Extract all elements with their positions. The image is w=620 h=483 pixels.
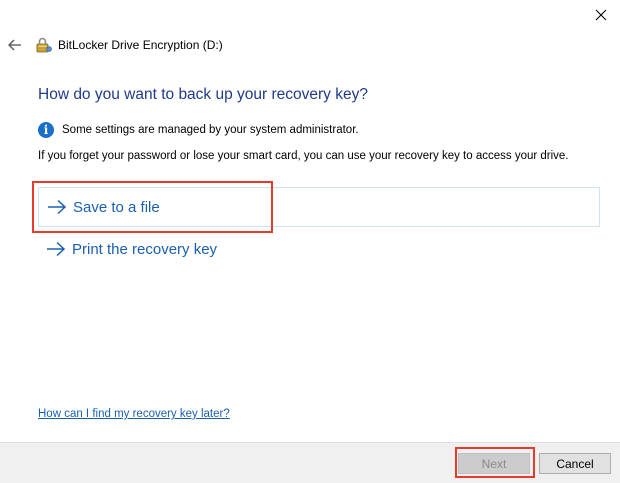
- footer-bar: Next Cancel: [0, 442, 620, 483]
- close-button[interactable]: [586, 4, 616, 26]
- print-recovery-key-label: Print the recovery key: [72, 240, 218, 258]
- back-arrow-icon: [8, 39, 21, 51]
- find-recovery-key-link[interactable]: How can I find my recovery key later?: [38, 408, 230, 420]
- print-recovery-key-option[interactable]: Print the recovery key: [38, 229, 600, 269]
- arrow-right-icon: [47, 241, 66, 257]
- admin-notice-text: Some settings are managed by your system…: [62, 124, 359, 136]
- close-icon: [595, 9, 607, 21]
- admin-notice: i Some settings are managed by your syst…: [38, 122, 359, 138]
- title-bar: BitLocker Drive Encryption (D:): [36, 36, 223, 54]
- cancel-button[interactable]: Cancel: [539, 453, 611, 474]
- save-to-file-option[interactable]: Save to a file: [38, 187, 600, 227]
- window-title: BitLocker Drive Encryption (D:): [58, 38, 223, 52]
- back-button[interactable]: [6, 36, 24, 54]
- page-heading: How do you want to back up your recovery…: [38, 86, 368, 103]
- next-button[interactable]: Next: [458, 453, 530, 474]
- bitlocker-icon: [36, 37, 52, 52]
- arrow-right-icon: [48, 199, 67, 215]
- description-text: If you forget your password or lose your…: [38, 150, 569, 162]
- save-to-file-label: Save to a file: [73, 198, 160, 216]
- bitlocker-window: BitLocker Drive Encryption (D:) How do y…: [0, 0, 620, 483]
- info-icon: i: [38, 122, 54, 138]
